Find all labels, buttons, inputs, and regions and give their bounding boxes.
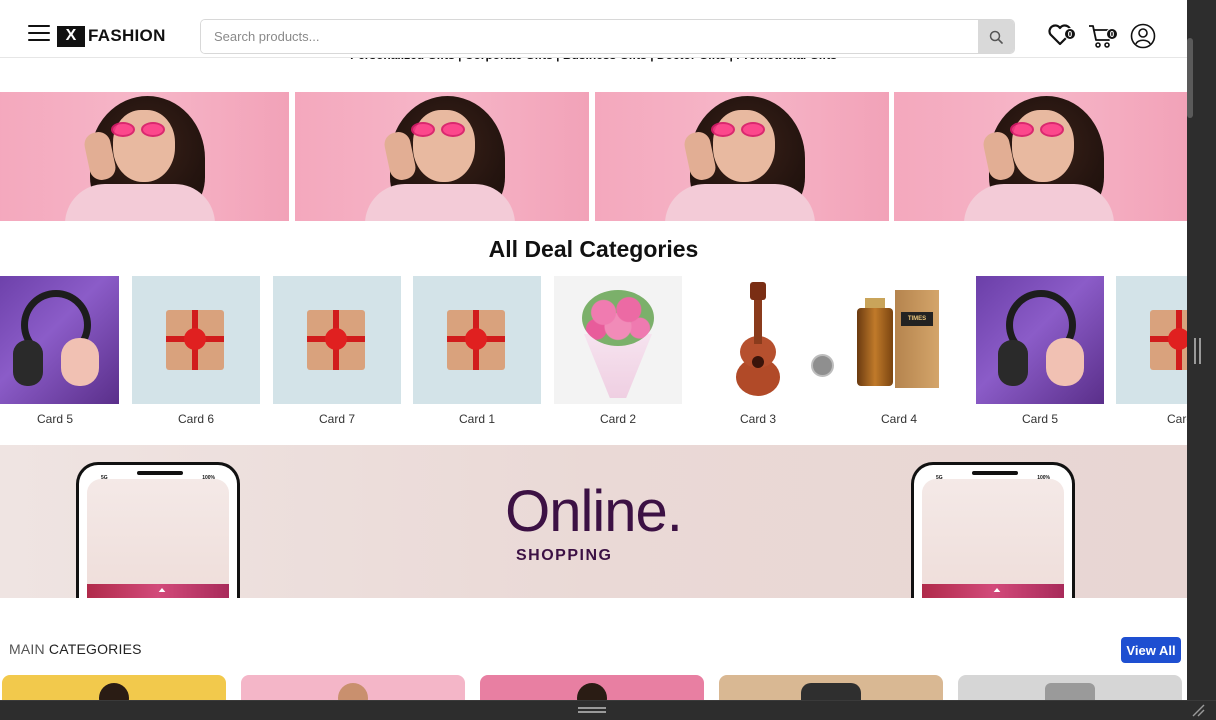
flower-bouquet-image bbox=[554, 276, 682, 404]
deal-categories-carousel: Card 5 Card 6 Card 7 Card 1 Card 2 Card … bbox=[0, 276, 1187, 436]
hero-image bbox=[894, 92, 1187, 221]
main-categories-title-light: MAIN bbox=[9, 641, 45, 657]
deal-categories-title: All Deal Categories bbox=[488, 236, 699, 262]
perfume-image: TIMES bbox=[835, 276, 963, 404]
promo-subtitle: SHOPPING bbox=[516, 547, 613, 564]
headphones-image bbox=[976, 276, 1104, 404]
promo-title: Online. bbox=[0, 483, 1187, 541]
phone-status-left: 5G bbox=[101, 475, 108, 481]
corner-resize-icon[interactable] bbox=[1190, 702, 1206, 718]
view-all-button[interactable]: View All bbox=[1121, 637, 1181, 663]
deal-card-label: Card 7 bbox=[318, 412, 356, 426]
search-input[interactable] bbox=[201, 20, 978, 53]
gift-box-image bbox=[273, 276, 401, 404]
category-card[interactable] bbox=[480, 675, 704, 700]
phone-status-right: 100% bbox=[202, 475, 215, 481]
deal-card[interactable]: Card 7 bbox=[273, 276, 401, 426]
category-card[interactable] bbox=[2, 675, 226, 700]
hero-image bbox=[295, 92, 589, 221]
main-categories-title: MAIN CATEGORIES bbox=[9, 641, 142, 657]
cart-count-badge: 0 bbox=[1106, 28, 1118, 40]
hero-image bbox=[595, 92, 889, 221]
main-categories-title-bold: CATEGORIES bbox=[48, 641, 142, 657]
browser-viewport: X FASHION 0 0 Personalized Gifts | Corpo… bbox=[0, 0, 1187, 700]
category-card[interactable] bbox=[958, 675, 1182, 700]
deal-card-label: Card 3 bbox=[739, 412, 777, 426]
hamburger-menu-icon[interactable] bbox=[28, 25, 50, 41]
logo-text: FASHION bbox=[88, 26, 166, 45]
phone-status-right: 100% bbox=[1037, 475, 1050, 481]
deal-card[interactable]: TIMES Card 4 bbox=[835, 276, 963, 426]
gift-box-image bbox=[132, 276, 260, 404]
bottom-resize-grip-icon[interactable] bbox=[578, 707, 606, 713]
phone-status-left: 5G bbox=[936, 475, 943, 481]
deal-card[interactable]: Card 1 bbox=[413, 276, 541, 426]
headphones-image bbox=[0, 276, 119, 404]
deal-card[interactable]: Card 3 bbox=[694, 276, 822, 426]
deal-card[interactable]: Card bbox=[1116, 276, 1187, 426]
deal-card-label: Card bbox=[1166, 412, 1187, 426]
deal-card[interactable]: Card 2 bbox=[554, 276, 682, 426]
site-logo[interactable]: X FASHION bbox=[57, 25, 166, 47]
wishlist-button[interactable]: 0 bbox=[1047, 24, 1076, 46]
ukulele-image bbox=[694, 276, 822, 404]
deal-card-label: Card 4 bbox=[880, 412, 918, 426]
promo-title-text: Online. bbox=[505, 479, 683, 544]
gift-box-image bbox=[413, 276, 541, 404]
cart-button[interactable]: 0 bbox=[1087, 22, 1118, 50]
deal-card-label: Card 5 bbox=[36, 412, 74, 426]
deal-card-label: Card 1 bbox=[458, 412, 496, 426]
hero-banner[interactable] bbox=[0, 92, 1187, 221]
side-resize-grip-icon[interactable] bbox=[1194, 338, 1202, 364]
logo-mark: X bbox=[57, 25, 85, 47]
deal-card[interactable]: Card 5 bbox=[0, 276, 119, 426]
category-card[interactable] bbox=[241, 675, 465, 700]
search-bar bbox=[200, 19, 1015, 54]
account-button[interactable] bbox=[1130, 23, 1156, 49]
deal-card-label: Card 5 bbox=[1021, 412, 1059, 426]
gift-box-image bbox=[1116, 276, 1187, 404]
deal-card-label: Card 6 bbox=[177, 412, 215, 426]
search-icon bbox=[989, 30, 1003, 44]
deal-card-label: Card 2 bbox=[599, 412, 637, 426]
search-button[interactable] bbox=[978, 20, 1014, 53]
site-header: X FASHION 0 0 bbox=[0, 0, 1187, 58]
category-card[interactable] bbox=[719, 675, 943, 700]
user-icon bbox=[1130, 23, 1156, 49]
bottom-panel-bar bbox=[0, 700, 1216, 720]
scrollbar-thumb[interactable] bbox=[1187, 38, 1193, 118]
cursor-indicator bbox=[811, 354, 834, 377]
deal-card[interactable]: Card 6 bbox=[132, 276, 260, 426]
deal-card[interactable]: Card 5 bbox=[976, 276, 1104, 426]
hero-image bbox=[0, 92, 289, 221]
wishlist-count-badge: 0 bbox=[1064, 28, 1076, 40]
